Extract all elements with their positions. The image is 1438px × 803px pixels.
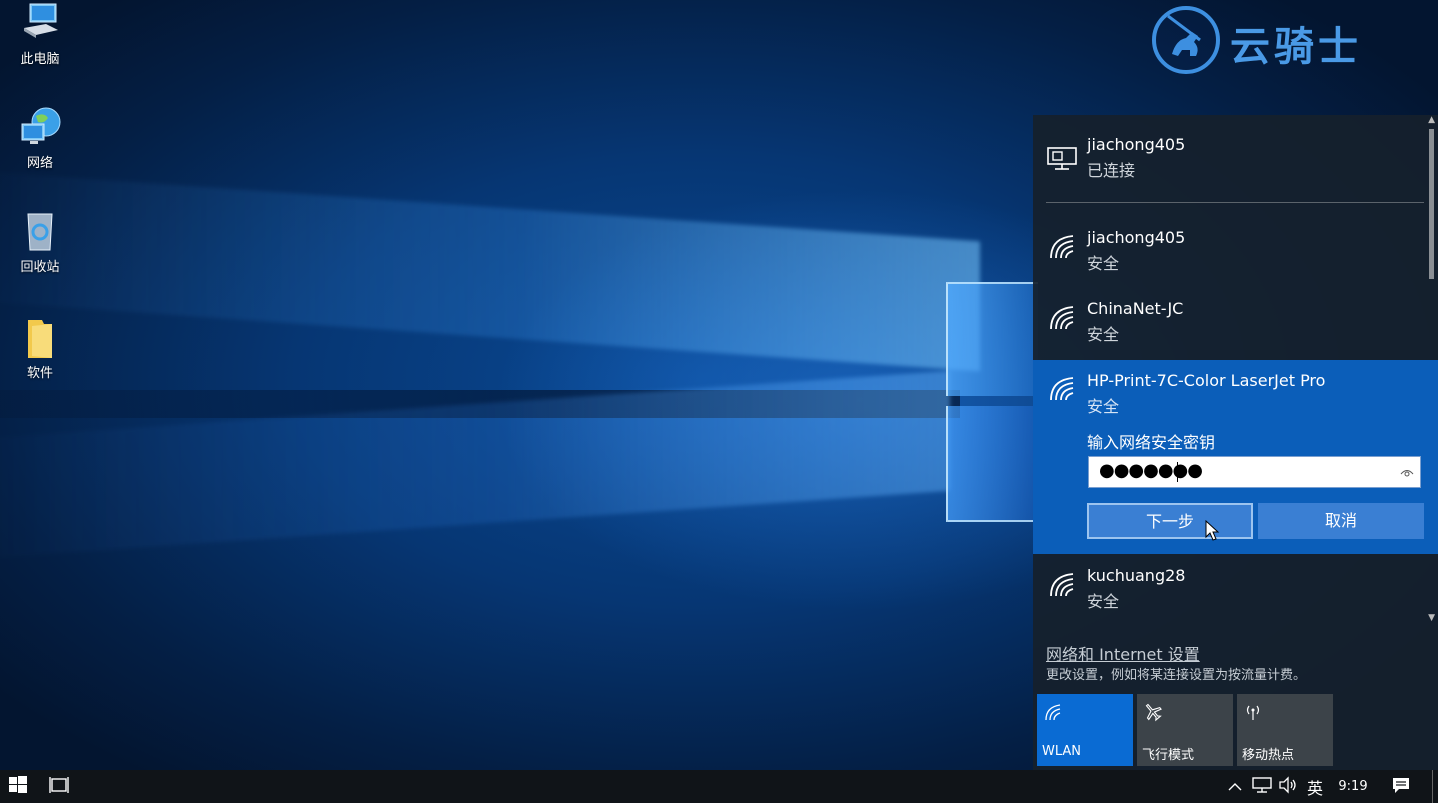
wifi-network-item[interactable]: jiachong405 安全 [1033,218,1424,288]
brand-logo: 云骑士 [1150,0,1400,80]
wifi-icon [1043,702,1063,722]
show-hidden-icons-button[interactable] [1224,770,1246,803]
computer-icon [18,2,62,46]
task-view-icon [49,776,69,798]
mouse-cursor-icon [1205,519,1221,542]
task-view-button[interactable] [42,770,76,803]
airplane-mode-tile[interactable]: 飞行模式 [1137,694,1233,766]
network-flyout: ▲ ▼ jiachong405 已连接 jiachong405 安全 China… [1033,115,1438,770]
show-desktop-button[interactable] [1432,770,1433,803]
desktop-icon-label: 软件 [26,366,53,381]
next-button[interactable]: 下一步 [1087,503,1253,539]
window-pane-bottom [946,406,1038,522]
network-tray-icon [1252,776,1272,798]
hotspot-icon [1243,702,1263,722]
wifi-icon [1047,303,1077,333]
taskbar: 英 9:19 [0,770,1438,803]
wifi-network-item[interactable]: ChinaNet-JC 安全 [1033,289,1424,359]
scroll-down-icon[interactable]: ▼ [1428,613,1435,623]
action-center-icon [1392,776,1410,798]
network-name: jiachong405 [1087,228,1186,247]
security-key-input[interactable]: ●●●●●●● [1088,456,1421,488]
tile-label: 移动热点 [1242,748,1295,763]
connected-network-item[interactable]: jiachong405 已连接 [1033,115,1424,203]
tile-label: 飞行模式 [1142,748,1195,763]
airplane-icon [1143,702,1163,722]
action-center-button[interactable] [1386,770,1416,803]
desktop-icon-label: 此电脑 [20,52,60,67]
start-icon [9,775,27,798]
security-key-label: 输入网络安全密钥 [1087,433,1216,452]
ime-indicator[interactable]: 英 [1302,770,1328,803]
ethernet-icon [1047,143,1077,173]
light-beam [0,170,980,372]
knight-rider-logo [1152,6,1220,74]
reveal-password-icon[interactable] [1400,465,1414,479]
text-caret [1177,462,1178,482]
wifi-icon [1047,570,1077,600]
network-status: 安全 [1087,254,1120,273]
recycle-bin-icon [18,210,62,254]
network-status: 安全 [1087,592,1120,611]
wifi-icon [1047,374,1077,404]
network-name: ChinaNet-JC [1087,299,1184,318]
flyout-divider [1046,202,1424,203]
selected-network-item[interactable]: HP-Print-7C-Color LaserJet Pro 安全 输入网络安全… [1033,360,1438,554]
wlan-toggle-tile[interactable]: WLAN [1037,694,1133,766]
scroll-up-icon[interactable]: ▲ [1428,115,1435,125]
wifi-icon [1047,232,1077,262]
network-name: kuchuang28 [1087,566,1186,585]
desktop-icon-label: 网络 [26,156,53,171]
security-key-value: ●●●●●●● [1099,460,1203,481]
wifi-network-item[interactable]: kuchuang28 安全 [1033,556,1424,626]
chevron-up-icon [1228,777,1242,796]
network-name: jiachong405 [1087,135,1186,154]
network-status: 安全 [1087,325,1120,344]
mobile-hotspot-tile[interactable]: 移动热点 [1237,694,1333,766]
desktop-icon-network[interactable]: 网络 [0,106,80,171]
volume-icon [1278,775,1298,798]
tile-label: WLAN [1042,744,1082,759]
network-tray-button[interactable] [1250,770,1274,803]
window-pane-top [946,282,1038,396]
scroll-thumb[interactable] [1429,129,1434,279]
network-status: 已连接 [1087,161,1136,180]
cancel-button[interactable]: 取消 [1258,503,1424,539]
network-settings-link[interactable]: 网络和 Internet 设置 [1046,641,1200,665]
network-status: 安全 [1087,397,1120,416]
desktop-icon-software-folder[interactable]: 软件 [0,316,80,381]
network-globe-icon [18,106,62,150]
folder-icon [18,316,62,360]
logo-text: 云骑士 [1230,24,1362,70]
volume-button[interactable] [1276,770,1300,803]
desktop-icon-this-pc[interactable]: 此电脑 [0,2,80,67]
desktop-icon-recycle-bin[interactable]: 回收站 [0,210,80,275]
network-settings-description: 更改设置，例如将某连接设置为按流量计费。 [1046,668,1307,683]
start-button[interactable] [0,770,36,803]
network-name: HP-Print-7C-Color LaserJet Pro [1087,371,1326,390]
clock[interactable]: 9:19 [1332,770,1374,803]
desktop-icon-label: 回收站 [20,260,60,275]
